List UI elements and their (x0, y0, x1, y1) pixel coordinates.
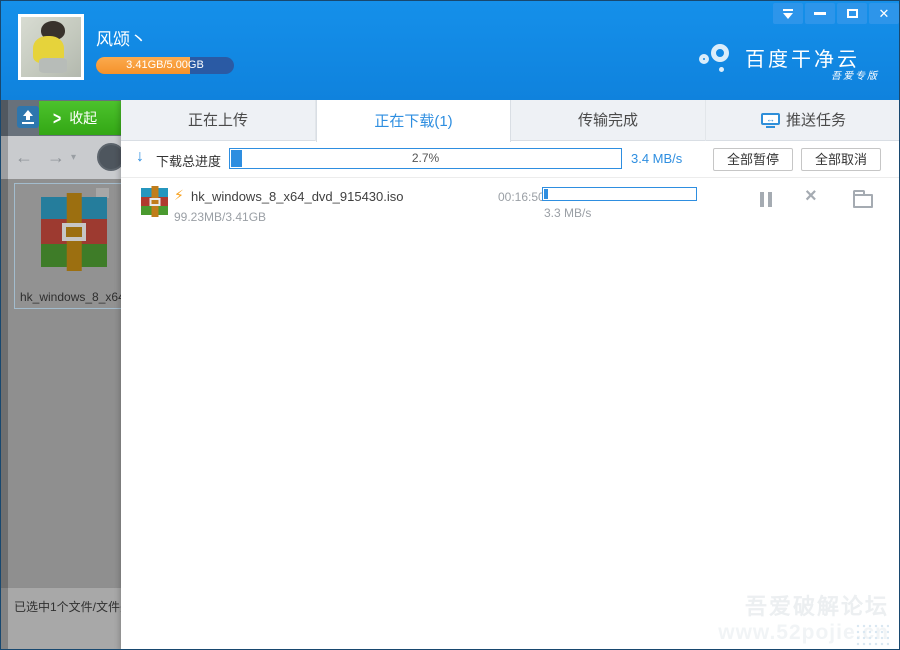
storage-quota-bar: 3.41GB/5.00GB (96, 57, 234, 74)
selected-file-thumbnail[interactable]: hk_windows_8_x64 (14, 183, 121, 309)
pause-task-button[interactable] (760, 192, 772, 207)
transfer-panel: 正在上传 正在下载(1) 传输完成 ↔ 推送任务 ↓ 下载总进度 2.7% (121, 100, 900, 650)
tab-completed[interactable]: 传输完成 (511, 100, 706, 141)
tab-push-tasks[interactable]: ↔ 推送任务 (706, 100, 900, 141)
time-remaining: 00:16:50 (498, 190, 545, 204)
cancel-task-button[interactable]: × (805, 186, 817, 206)
dimmed-toolbar: > 收起 (1, 100, 121, 136)
download-arrow-icon: ↓ (136, 148, 144, 166)
avatar[interactable] (18, 14, 84, 80)
collapse-label: 收起 (69, 108, 97, 128)
watermark-line1: 吾爱破解论坛 (718, 589, 889, 621)
tab-label: 正在上传 (188, 100, 248, 141)
chevron-right-icon: > (53, 108, 61, 129)
download-size-progress: 99.23MB/3.41GB (174, 210, 266, 224)
menu-arrow-icon (782, 9, 794, 19)
minimize-icon (814, 12, 826, 15)
watermark-dots (855, 623, 889, 647)
history-caret-icon[interactable]: ▾ (71, 152, 76, 163)
cloud-logo-icon (699, 44, 739, 74)
close-button[interactable]: ✕ (869, 3, 899, 24)
overall-progress-percent: 2.7% (230, 149, 621, 168)
cancel-all-button[interactable]: 全部取消 (801, 148, 881, 171)
tab-label: 推送任务 (786, 100, 846, 141)
tab-label: 传输完成 (578, 100, 638, 141)
download-task-row[interactable]: ⚡ hk_windows_8_x64_dvd_915430.iso 99.23M… (121, 178, 900, 232)
dimmed-file-browser: > 收起 ← → ▾ hk_windows_8_x64 已选中1个文件/文件夹 (1, 100, 121, 650)
maximize-button[interactable] (837, 3, 867, 24)
collapse-transfers-button[interactable]: > 收起 (39, 101, 121, 135)
storage-quota-label: 3.41GB/5.00GB (96, 57, 234, 74)
tab-label: 正在下载(1) (374, 101, 452, 142)
window-controls: ✕ (771, 3, 899, 24)
selection-status-text: 已选中1个文件/文件夹 (14, 598, 121, 615)
minimize-button[interactable] (805, 3, 835, 24)
dimmed-nav-row: ← → ▾ (1, 136, 121, 179)
overall-progress-bar: 2.7% (229, 148, 622, 169)
forward-arrow-icon[interactable]: → (47, 147, 65, 168)
download-filename: hk_windows_8_x64_dvd_915430.iso (191, 189, 404, 204)
left-edge-strip (1, 100, 8, 650)
app-window: > 收起 ← → ▾ hk_windows_8_x64 已选中1个文件/文件夹 (0, 0, 900, 650)
tab-uploading[interactable]: 正在上传 (121, 100, 316, 141)
pause-all-button[interactable]: 全部暂停 (713, 148, 793, 171)
speed-boost-icon: ⚡ (174, 187, 184, 204)
overall-progress-row: ↓ 下载总进度 2.7% 3.4 MB/s 全部暂停 全部取消 (121, 141, 900, 178)
watermark: 吾爱破解论坛 www.52pojie.cn (718, 589, 889, 645)
maximize-icon (847, 9, 858, 18)
push-screen-icon: ↔ (761, 113, 780, 128)
app-logo: 百度干净云 吾爱专版 (721, 41, 881, 83)
thumbnail-filename: hk_windows_8_x64 (20, 290, 121, 304)
home-icon[interactable] (97, 143, 121, 171)
overall-speed: 3.4 MB/s (631, 151, 682, 166)
pause-icon (760, 192, 764, 207)
item-progress-bar (542, 187, 697, 201)
dimmed-file-area: hk_windows_8_x64 (1, 179, 121, 587)
tab-downloading[interactable]: 正在下载(1) (316, 100, 511, 142)
open-folder-button[interactable] (853, 194, 873, 208)
overall-progress-label: 下载总进度 (156, 151, 221, 170)
username: 风颂丶 (96, 25, 147, 50)
close-icon: ✕ (879, 6, 890, 22)
transfer-tabs: 正在上传 正在下载(1) 传输完成 ↔ 推送任务 (121, 100, 900, 141)
dimmed-status-bar: 已选中1个文件/文件夹 (1, 587, 121, 650)
back-arrow-icon[interactable]: ← (15, 147, 33, 168)
upload-icon (17, 106, 39, 128)
logo-subtitle: 吾爱专版 (831, 67, 879, 82)
archive-file-icon (41, 197, 107, 267)
menu-button[interactable] (773, 3, 803, 24)
archive-file-icon (141, 188, 168, 215)
item-speed: 3.3 MB/s (544, 206, 591, 220)
title-bar: 风颂丶 3.41GB/5.00GB ✕ 百度干净云 吾爱专版 (1, 1, 900, 100)
item-progress-fill (544, 189, 548, 199)
